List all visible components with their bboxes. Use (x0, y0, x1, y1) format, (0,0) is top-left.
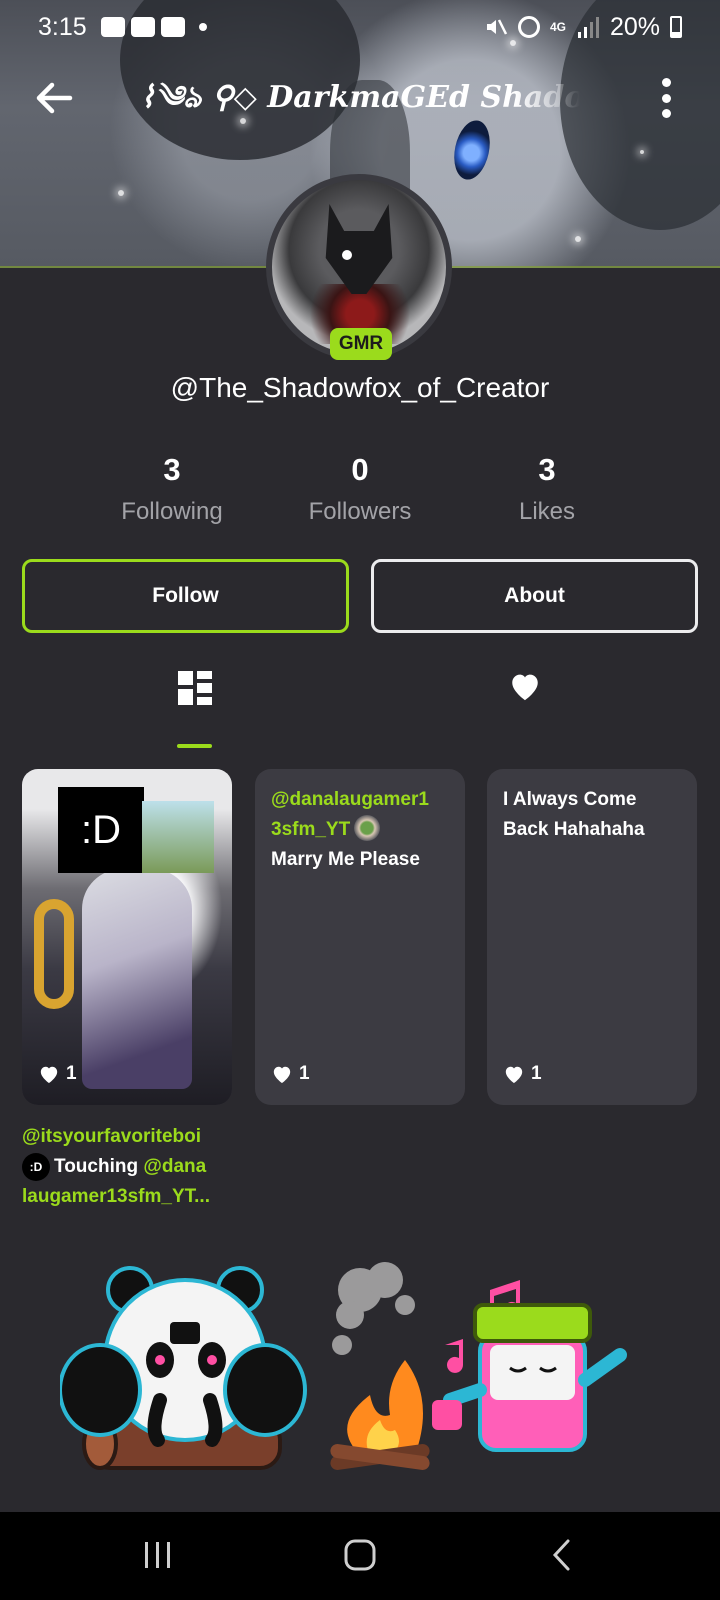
post-caption: @itsyourfavoriteboi :D Touching @dana lau… (22, 1122, 242, 1212)
follow-button[interactable]: Follow (22, 559, 349, 633)
heart-icon (273, 1066, 291, 1084)
chevron-left-icon (552, 1539, 570, 1571)
mute-icon (486, 19, 508, 35)
hotspot-icon (517, 16, 540, 38)
heart-icon (505, 1066, 523, 1084)
post-image: :D (22, 769, 232, 1105)
mention-link[interactable]: 3sfm_YT (271, 819, 350, 840)
youtube-icon (160, 17, 185, 37)
stat-label: Followers (308, 498, 412, 525)
top-nav: ⌇༄ঌ ⚲◇ DarkmaGEd Shadow (0, 66, 720, 130)
system-nav-bar (0, 1512, 720, 1600)
role-badge: GMR (330, 328, 392, 360)
mention-link[interactable]: @danalaugamer1 (271, 785, 453, 815)
avatar (354, 815, 381, 841)
post-overlay-text: :D (58, 787, 144, 873)
tab-likes[interactable] (490, 670, 560, 740)
recent-apps-button[interactable] (133, 1532, 183, 1578)
status-time: 3:15 (38, 12, 87, 41)
network-type: 4G (549, 20, 566, 34)
like-count-value: 1 (66, 1063, 77, 1084)
notification-dot-icon (198, 23, 207, 31)
stat-value: 3 (538, 452, 556, 487)
jam-jar-illustration (432, 1303, 627, 1452)
tab-posts[interactable] (160, 670, 230, 740)
campfire-illustration (330, 1360, 430, 1470)
like-count-value: 1 (531, 1063, 542, 1084)
more-icon (661, 78, 671, 87)
mention-link[interactable]: @dana (143, 1156, 206, 1177)
stat-value: 3 (163, 452, 181, 487)
active-tab-indicator (177, 744, 212, 748)
recent-apps-icon (145, 1542, 170, 1568)
system-back-button[interactable] (537, 1532, 587, 1578)
signal-icon (577, 17, 599, 38)
stat-label: Following (121, 498, 223, 525)
post-text: @danalaugamer1 3sfm_YT Marry Me Please (271, 785, 453, 875)
post-body: Back Hahahaha (503, 819, 645, 840)
post-thumbnail (142, 801, 214, 873)
like-count: 1 (38, 1063, 77, 1085)
profile-tabs (0, 670, 720, 750)
smoke-illustration (332, 1262, 415, 1355)
like-count: 1 (503, 1063, 542, 1085)
grid-icon (178, 671, 212, 705)
status-bar: 3:15 4G 20% (0, 0, 720, 54)
about-button[interactable]: About (371, 559, 698, 633)
stat-label: Likes (518, 498, 576, 525)
like-count-value: 1 (299, 1063, 310, 1084)
gallery-icon (100, 17, 125, 37)
profile-handle: @The_Shadowfox_of_Creator (170, 372, 550, 403)
battery-icon (670, 16, 682, 38)
stat-followers[interactable]: 0 Followers (280, 452, 440, 526)
heart-icon (512, 674, 538, 701)
home-icon (344, 1539, 376, 1571)
home-button[interactable] (335, 1532, 385, 1578)
battery-percent: 20% (609, 12, 660, 41)
back-button[interactable] (32, 76, 76, 120)
stat-likes[interactable]: 3 Likes (467, 452, 627, 526)
profile-stats: 3 Following 0 Followers 3 Likes (0, 452, 720, 534)
mention-link[interactable]: laugamer13sfm_YT... (22, 1182, 242, 1212)
post-card[interactable]: I Always Come Back Hahahaha 1 (487, 769, 697, 1105)
stat-following[interactable]: 3 Following (92, 452, 252, 526)
panda-illustration (60, 1266, 307, 1447)
post-body: I Always Come (503, 789, 637, 810)
post-text: I Always Come Back Hahahaha (503, 785, 685, 845)
post-body: Marry Me Please (271, 849, 420, 870)
caption-text: Touching (54, 1156, 139, 1177)
post-card[interactable]: :D 1 (22, 769, 232, 1105)
youtube-icon (130, 17, 155, 37)
empty-state-illustration (60, 1262, 627, 1470)
user-badge: :D (22, 1153, 50, 1181)
heart-icon (40, 1066, 58, 1084)
stat-value: 0 (351, 452, 369, 487)
like-count: 1 (271, 1063, 310, 1085)
post-card[interactable]: @danalaugamer1 3sfm_YT Marry Me Please 1 (255, 769, 465, 1105)
profile-title: ⌇༄ঌ ⚲◇ DarkmaGEd Shadow (140, 80, 580, 115)
more-options-button[interactable] (658, 78, 674, 118)
back-arrow-icon (36, 82, 73, 114)
mention-link[interactable]: @itsyourfavoriteboi (22, 1122, 242, 1152)
